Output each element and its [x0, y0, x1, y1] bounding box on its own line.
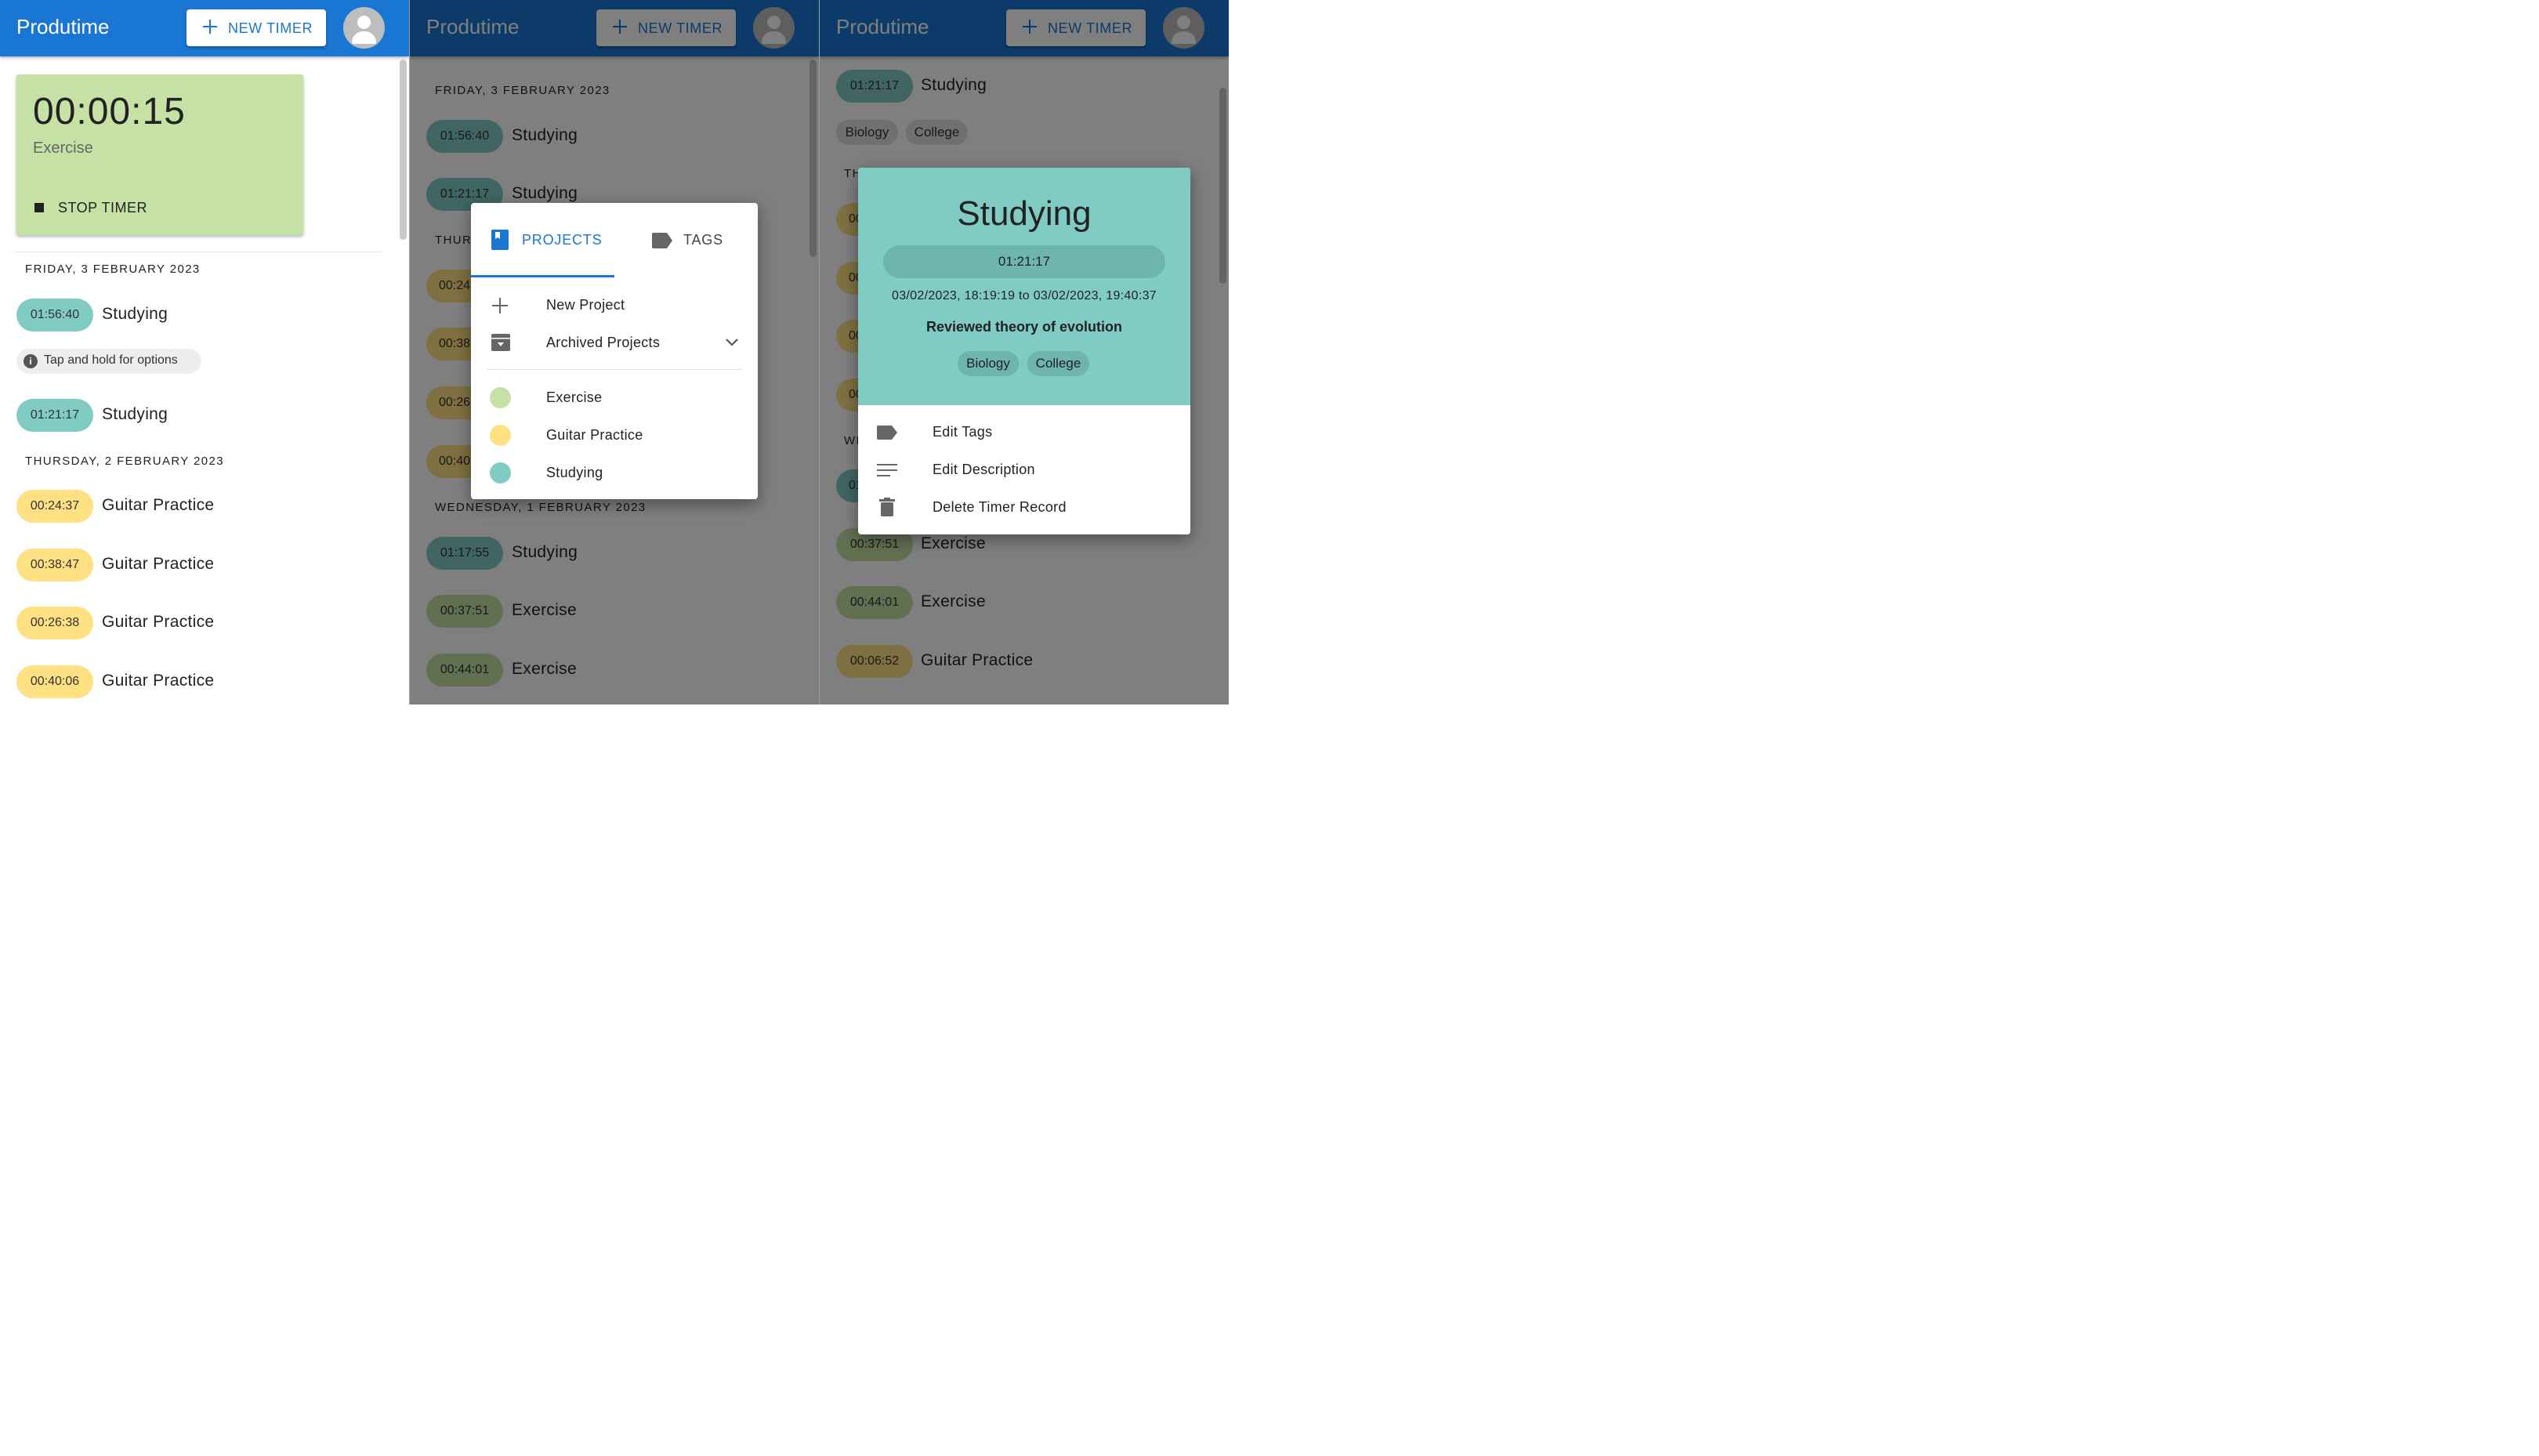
- person-icon: [357, 16, 371, 29]
- project-item-studying[interactable]: Studying: [471, 454, 758, 491]
- entry-title[interactable]: Studying: [102, 405, 168, 424]
- edit-description-label: Edit Description: [933, 462, 1035, 477]
- plus-icon: [492, 298, 508, 313]
- tab-tags[interactable]: TAGS: [614, 220, 758, 259]
- timer-detail-range: 03/02/2023, 18:19:19 to 03/02/2023, 19:4…: [892, 289, 1157, 302]
- delete-timer-action[interactable]: Delete Timer Record: [858, 489, 1190, 527]
- duration-chip[interactable]: 01:56:40: [16, 299, 93, 331]
- hint-chip: i Tap and hold for options: [16, 349, 201, 374]
- divider: [487, 369, 741, 370]
- running-timer-project: Exercise: [33, 139, 93, 157]
- timer-detail-title: Studying: [957, 194, 1092, 233]
- running-timer-time: 00:00:15: [33, 91, 186, 132]
- project-name: Exercise: [546, 389, 603, 405]
- date-header: THURSDAY, 2 FEBRUARY 2023: [25, 455, 224, 468]
- timer-detail-description: Reviewed theory of evolution: [925, 319, 1123, 335]
- duration-chip[interactable]: 00:26:38: [16, 607, 93, 639]
- entry-title[interactable]: Guitar Practice: [102, 613, 214, 632]
- new-project-label: New Project: [546, 297, 625, 313]
- duration-chip[interactable]: 00:24:37: [16, 490, 93, 523]
- scrollbar[interactable]: [400, 60, 407, 240]
- project-name: Guitar Practice: [546, 427, 643, 443]
- app-bar: Produtime NEW TIMER: [0, 0, 409, 56]
- project-name: Studying: [546, 465, 603, 480]
- hint-text: Tap and hold for options: [44, 353, 178, 367]
- tab-projects[interactable]: PROJECTS: [471, 220, 614, 259]
- project-color-dot: [490, 425, 511, 446]
- label-icon: [652, 233, 672, 248]
- date-header: FRIDAY, 3 FEBRUARY 2023: [25, 263, 201, 276]
- tag-chip: College: [1027, 351, 1089, 376]
- entry-title[interactable]: Guitar Practice: [102, 672, 214, 690]
- new-project-item[interactable]: New Project: [471, 286, 758, 324]
- project-picker-dialog: PROJECTS TAGS New Project Archived Proje…: [471, 203, 758, 499]
- label-icon: [877, 426, 897, 440]
- duration-chip[interactable]: 00:40:06: [16, 665, 93, 698]
- app-title: Produtime: [16, 15, 110, 38]
- timer-detail-sheet: Studying 01:21:17 03/02/2023, 18:19:19 t…: [858, 168, 1190, 534]
- new-timer-button[interactable]: NEW TIMER: [187, 9, 326, 46]
- trash-icon: [879, 498, 895, 516]
- edit-tags-label: Edit Tags: [933, 424, 993, 440]
- entry-title[interactable]: Guitar Practice: [102, 496, 214, 515]
- avatar[interactable]: [343, 7, 385, 49]
- entry-title[interactable]: Studying: [102, 305, 168, 324]
- archived-projects-item[interactable]: Archived Projects: [471, 324, 758, 361]
- delete-timer-label: Delete Timer Record: [933, 499, 1067, 515]
- tab-tags-label: TAGS: [683, 232, 723, 248]
- project-item-exercise[interactable]: Exercise: [471, 378, 758, 416]
- duration-chip[interactable]: 01:21:17: [16, 399, 93, 432]
- running-timer-card[interactable]: 00:00:15 Exercise STOP TIMER: [16, 74, 303, 235]
- stop-timer-button[interactable]: STOP TIMER: [58, 200, 147, 216]
- tag-chip: Biology: [958, 351, 1019, 376]
- info-icon: i: [24, 354, 38, 368]
- timer-detail-duration: 01:21:17: [883, 245, 1165, 278]
- chevron-down-icon[interactable]: [725, 338, 739, 347]
- notes-icon: [877, 464, 897, 476]
- edit-description-action[interactable]: Edit Description: [858, 451, 1190, 489]
- archived-projects-label: Archived Projects: [546, 335, 661, 350]
- archive-icon: [491, 334, 510, 351]
- tab-projects-label: PROJECTS: [522, 232, 603, 248]
- stop-icon: [34, 203, 44, 212]
- screen-project-dialog: Produtime NEW TIMER FRIDAY, 3 FEBRUARY 2…: [410, 0, 819, 704]
- duration-chip[interactable]: 00:38:47: [16, 549, 93, 581]
- entry-title[interactable]: Guitar Practice: [102, 555, 214, 574]
- plus-icon: [202, 19, 218, 34]
- new-timer-label: NEW TIMER: [228, 20, 313, 36]
- screen-timer-list: Produtime NEW TIMER 00:00:15 Exercise ST…: [0, 0, 409, 704]
- project-color-dot: [490, 387, 511, 408]
- tab-indicator: [471, 275, 614, 277]
- edit-tags-action[interactable]: Edit Tags: [858, 414, 1190, 451]
- book-icon: [491, 230, 509, 250]
- project-color-dot: [490, 462, 511, 484]
- project-item-guitar-practice[interactable]: Guitar Practice: [471, 416, 758, 454]
- screen-timer-detail: Produtime NEW TIMER 01:21:17 Studying Bi…: [820, 0, 1229, 704]
